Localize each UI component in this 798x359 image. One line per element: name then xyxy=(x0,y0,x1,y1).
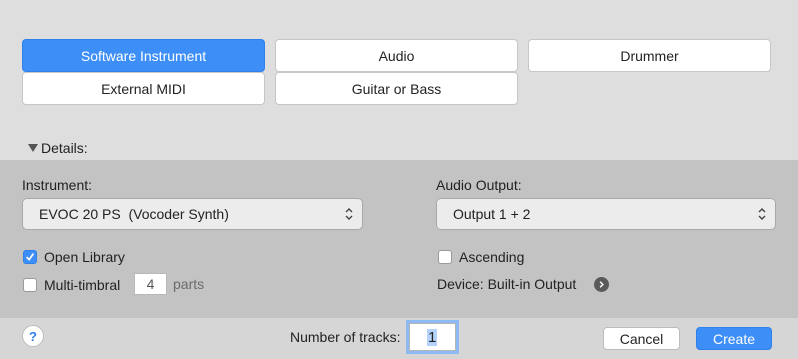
guitar-or-bass-button[interactable]: Guitar or Bass xyxy=(275,72,518,105)
multitimbral-checkbox[interactable] xyxy=(23,278,37,292)
open-library-checkbox[interactable] xyxy=(23,250,37,264)
drummer-label: Drummer xyxy=(620,47,679,64)
track-type-panel: Software Instrument Audio Drummer Extern… xyxy=(0,0,798,160)
drummer-button[interactable]: Drummer xyxy=(528,39,771,72)
tracks-label: Number of tracks: xyxy=(290,329,401,345)
software-instrument-button[interactable]: Software Instrument xyxy=(22,39,265,72)
software-instrument-label: Software Instrument xyxy=(80,47,207,64)
create-label: Create xyxy=(712,330,756,347)
up-down-chevron-icon xyxy=(758,208,766,220)
cancel-label: Cancel xyxy=(619,330,664,347)
instrument-value: EVOC 20 PS (Vocoder Synth) xyxy=(39,206,229,222)
cancel-button[interactable]: Cancel xyxy=(603,327,680,350)
chevron-right-circle-icon xyxy=(599,281,604,288)
new-track-dialog: Software Instrument Audio Drummer Extern… xyxy=(0,0,798,359)
parts-field[interactable]: 4 xyxy=(134,273,167,295)
multitimbral-label: Multi-timbral xyxy=(44,277,121,293)
details-disclosure[interactable]: Details: xyxy=(28,140,88,156)
details-label: Details: xyxy=(41,140,88,156)
device-details-button[interactable] xyxy=(594,277,609,292)
ascending-label: Ascending xyxy=(459,249,525,265)
parts-label: parts xyxy=(173,276,205,292)
audio-output-label: Audio Output: xyxy=(436,177,522,193)
checkmark-icon xyxy=(25,253,35,261)
parts-value: 4 xyxy=(146,276,155,292)
ascending-checkbox[interactable] xyxy=(438,250,452,264)
up-down-chevron-icon xyxy=(345,208,353,220)
instrument-label: Instrument: xyxy=(22,177,93,193)
tracks-value: 1 xyxy=(427,328,438,346)
external-midi-label: External MIDI xyxy=(101,80,186,97)
number-of-tracks-input[interactable]: 1 xyxy=(409,323,456,351)
instrument-popup[interactable]: EVOC 20 PS (Vocoder Synth) xyxy=(22,198,363,230)
external-midi-button[interactable]: External MIDI xyxy=(22,72,265,105)
create-button[interactable]: Create xyxy=(696,327,772,350)
audio-output-popup[interactable]: Output 1 + 2 xyxy=(436,198,776,230)
device-label: Device: Built-in Output xyxy=(437,276,577,292)
disclosure-triangle-down-icon xyxy=(28,144,38,152)
audio-output-value: Output 1 + 2 xyxy=(453,206,531,222)
details-panel xyxy=(0,160,798,318)
open-library-label: Open Library xyxy=(44,249,125,265)
help-button[interactable]: ? xyxy=(22,325,44,347)
audio-label: Audio xyxy=(378,47,415,64)
guitar-or-bass-label: Guitar or Bass xyxy=(351,80,442,97)
help-label: ? xyxy=(29,328,37,344)
audio-button[interactable]: Audio xyxy=(275,39,518,72)
